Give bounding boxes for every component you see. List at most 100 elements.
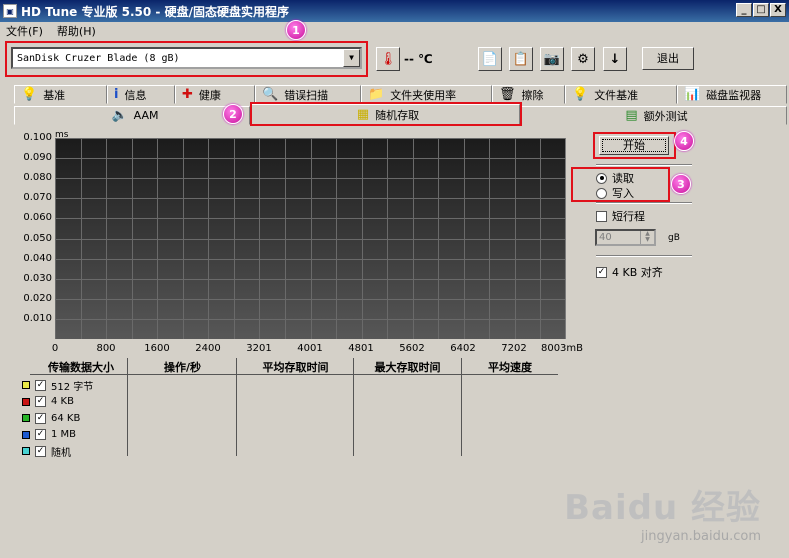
close-button[interactable]: X [770, 3, 786, 17]
col-divider [236, 358, 237, 456]
short-stroke-checkbox[interactable]: 短行程 [596, 208, 645, 224]
y-tick-label: 0.090 [23, 152, 52, 164]
annotation-badge-2: 2 [223, 104, 243, 124]
tab-benchmark[interactable]: 💡 基准 [14, 85, 107, 104]
highlight-random-access-tab [250, 102, 522, 126]
menu-file[interactable]: 文件(F) [6, 23, 43, 39]
temperature-readout: -- ℃ [404, 52, 433, 66]
series-color-swatch [22, 397, 30, 406]
series-label: 随机 [51, 447, 71, 459]
x-tick-label: 7202 [501, 343, 527, 354]
copy-info-icon[interactable]: 📄 [478, 47, 502, 71]
radio-dot-selected [596, 172, 607, 184]
checkbox-unchecked [596, 210, 607, 222]
align-4kb-checkbox[interactable]: ✓ 4 KB 对齐 [596, 264, 663, 280]
x-tick-label: 3201 [246, 343, 272, 354]
spinner-arrows-icon[interactable]: ▲ ▼ [640, 231, 654, 244]
spinner-unit: gB [668, 233, 680, 243]
camera-icon[interactable]: 📷 [540, 47, 564, 71]
series-checkbox[interactable]: ✓ [35, 445, 46, 457]
write-radio[interactable]: 写入 [596, 185, 634, 201]
checkbox-checked: ✓ [596, 266, 607, 278]
x-tick-label: 2400 [195, 343, 221, 354]
divider [596, 202, 692, 204]
start-button[interactable]: 开始 [599, 136, 669, 155]
trash-icon: 🗑 [499, 87, 516, 102]
series-color-swatch [22, 430, 30, 439]
chevron-down-icon[interactable]: ▼ [343, 49, 360, 67]
minimize-button[interactable]: _ [736, 3, 752, 17]
health-cross-icon: ✚ [182, 87, 193, 102]
series-checkbox[interactable]: ✓ [35, 379, 46, 391]
y-tick-label: 0.100 [23, 132, 52, 143]
series-label: 512 字节 [51, 381, 94, 393]
menu-help[interactable]: 帮助(H) [57, 23, 96, 39]
y-tick-label: 0.030 [23, 272, 52, 284]
tab-disk-monitor[interactable]: 📊 磁盘监视器 [677, 85, 787, 104]
col-divider [127, 358, 128, 456]
app-icon: ▣ [3, 4, 17, 18]
y-tick-label: 0.070 [23, 192, 52, 204]
y-tick-label: 0.080 [23, 172, 52, 184]
y-tick-label: 0.010 [23, 312, 52, 324]
thermometer-icon[interactable]: 🌡 [376, 47, 400, 71]
x-tick-label: 0 [51, 343, 59, 354]
table-row: ✓ 随机 [22, 444, 71, 459]
col-avg-access: 平均存取时间 [262, 361, 329, 374]
table-row: ✓ 1 MB [22, 428, 76, 442]
title-bar: ▣ HD Tune 专业版 5.50 - 硬盘/固态硬盘实用程序 _ □ X [0, 0, 789, 22]
options-icon[interactable]: ⚙ [571, 47, 595, 71]
series-checkbox[interactable]: ✓ [35, 429, 46, 440]
table-row: ✓ 512 字节 [22, 378, 94, 393]
exit-button[interactable]: 退出 [642, 47, 694, 70]
x-tick-label: 6402 [450, 343, 476, 354]
bulb-icon: 💡 [21, 87, 38, 102]
tab-extra-tests[interactable]: ▤ 额外测试 [520, 106, 787, 125]
col-ops-per-sec: 操作/秒 [163, 361, 202, 374]
table-row: ✓ 64 KB [22, 411, 80, 425]
x-tick-label: 8003mB [540, 343, 584, 354]
annotation-badge-4: 4 [674, 131, 694, 151]
copy-all-icon[interactable]: 📋 [509, 47, 533, 71]
monitor-chart-icon: 📊 [684, 87, 701, 102]
watermark-text: Baidu 经验 [564, 488, 761, 528]
drive-select[interactable]: SanDisk Cruzer Blade (8 gB) ▼ [11, 47, 362, 69]
series-checkbox[interactable]: ✓ [35, 396, 46, 407]
series-color-swatch [22, 381, 30, 389]
divider [596, 164, 692, 166]
tab-info[interactable]: i 信息 [107, 85, 175, 104]
series-label: 64 KB [51, 412, 81, 424]
tab-aam[interactable]: 🔈 AAM [14, 106, 250, 125]
y-tick-label: 0.020 [23, 292, 52, 304]
baidu-watermark: Baidu 经验 jingyan.baidu.com [564, 480, 761, 544]
series-color-swatch [22, 414, 30, 422]
speaker-icon: 🔈 [111, 108, 128, 123]
save-down-arrow-icon[interactable]: ↓ [603, 47, 627, 71]
series-label: 1 MB [51, 429, 77, 440]
divider [596, 255, 692, 257]
short-stroke-size-spinner[interactable]: 40 ▲ ▼ [595, 229, 656, 246]
read-radio[interactable]: 读取 [596, 170, 634, 186]
y-tick-label: 0.040 [23, 252, 52, 264]
col-divider [461, 358, 462, 456]
info-icon: i [114, 87, 119, 102]
tab-health[interactable]: ✚ 健康 [175, 85, 255, 104]
col-max-access: 最大存取时间 [374, 361, 441, 374]
maximize-button[interactable]: □ [753, 3, 769, 17]
folder-icon: 📁 [368, 87, 385, 102]
annotation-badge-3: 3 [671, 174, 691, 194]
series-checkbox[interactable]: ✓ [35, 412, 46, 424]
file-bulb-icon: 💡 [572, 87, 589, 102]
tab-file-benchmark[interactable]: 💡 文件基准 [565, 85, 677, 104]
radio-dot [596, 187, 607, 199]
y-tick-label: 0.060 [23, 212, 52, 224]
extra-tests-icon: ▤ [625, 108, 638, 123]
menu-bar: 文件(F) 帮助(H) [0, 22, 789, 40]
series-label: 4 KB [51, 396, 74, 407]
access-time-chart [55, 138, 566, 339]
col-avg-speed: 平均速度 [488, 361, 532, 374]
x-tick-label: 4001 [297, 343, 323, 354]
y-tick-label: 0.050 [23, 232, 52, 244]
series-color-swatch [22, 447, 30, 455]
annotation-badge-1: 1 [286, 20, 306, 40]
